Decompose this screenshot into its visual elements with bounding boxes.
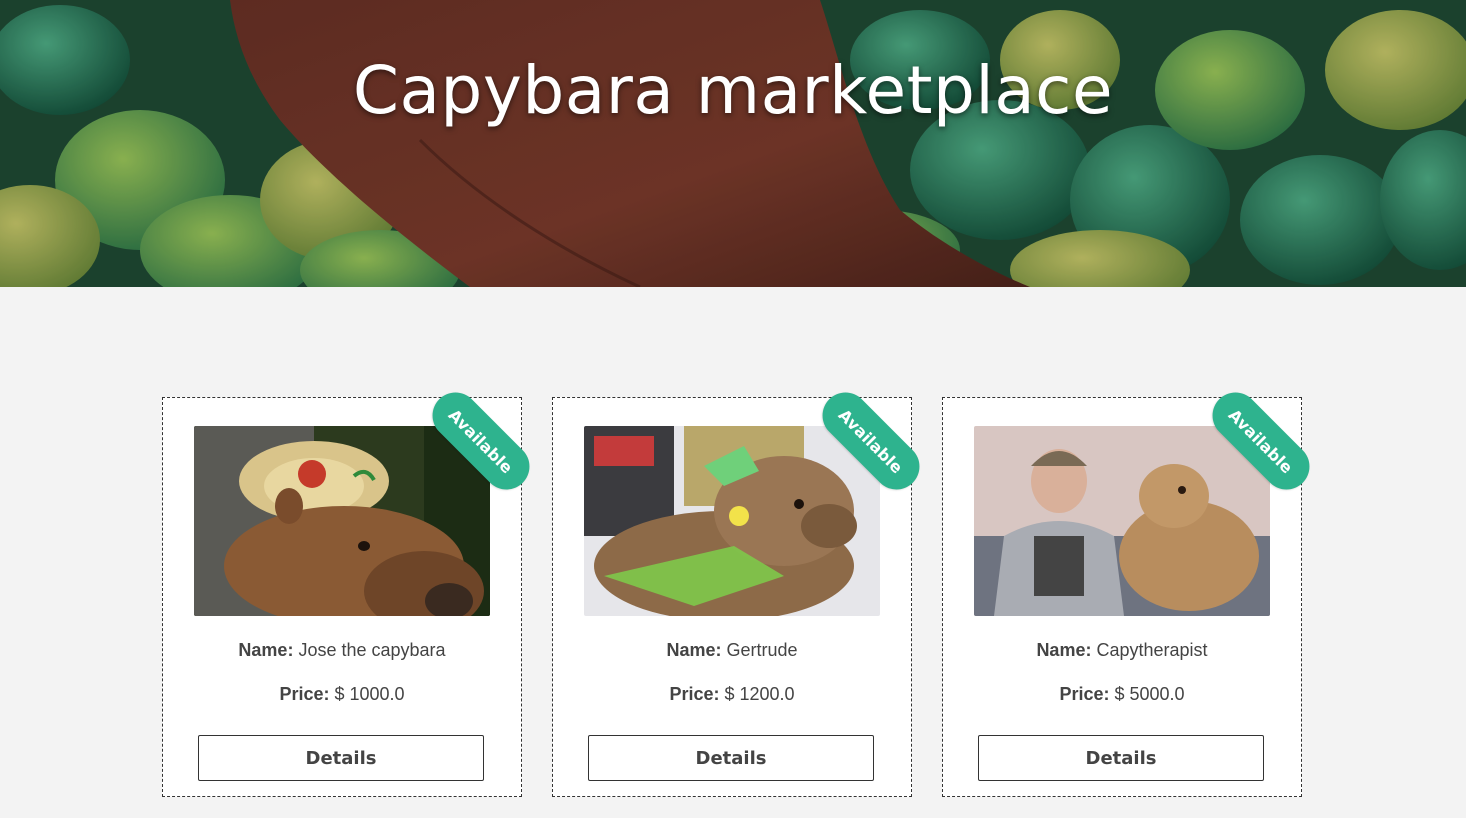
capybara-listing: Available Name: Jose the capybara Price:… <box>162 383 1319 797</box>
capybara-name: Name: Capytherapist <box>943 640 1301 661</box>
price-value: $ 1200.0 <box>724 684 795 704</box>
capybara-price: Price: $ 5000.0 <box>943 684 1301 705</box>
capybara-price: Price: $ 1000.0 <box>163 684 521 705</box>
name-value: Capytherapist <box>1096 640 1208 660</box>
name-label: Name: <box>1036 640 1092 660</box>
capybara-name: Name: Jose the capybara <box>163 640 521 661</box>
details-button[interactable]: Details <box>978 735 1264 781</box>
hero-banner: Capybara marketplace <box>0 0 1466 287</box>
capybara-photo <box>584 426 880 616</box>
capybara-card: Available Name: Gertrude Price: $ 1200.0… <box>552 383 929 797</box>
name-label: Name: <box>666 640 722 660</box>
capybara-photo <box>194 426 490 616</box>
price-value: $ 5000.0 <box>1114 684 1185 704</box>
capybara-photo <box>974 426 1270 616</box>
price-label: Price: <box>279 684 330 704</box>
name-value: Gertrude <box>726 640 798 660</box>
name-value: Jose the capybara <box>298 640 446 660</box>
hero-background-image <box>0 0 1466 287</box>
capybara-card: Available Name: Jose the capybara Price:… <box>162 383 539 797</box>
details-button[interactable]: Details <box>198 735 484 781</box>
price-label: Price: <box>1059 684 1110 704</box>
price-value: $ 1000.0 <box>334 684 405 704</box>
name-label: Name: <box>238 640 294 660</box>
capybara-name: Name: Gertrude <box>553 640 911 661</box>
page-title: Capybara marketplace <box>352 52 1114 129</box>
capybara-price: Price: $ 1200.0 <box>553 684 911 705</box>
details-button[interactable]: Details <box>588 735 874 781</box>
price-label: Price: <box>669 684 720 704</box>
capybara-card: Available Name: Capytherapist Price: $ 5… <box>942 383 1319 797</box>
